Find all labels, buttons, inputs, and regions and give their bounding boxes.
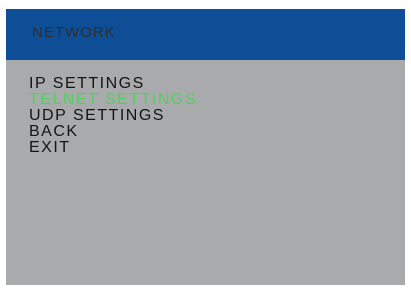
menu-item-exit[interactable]: EXIT	[29, 140, 197, 156]
menu-item-udp-settings[interactable]: UDP SETTINGS	[29, 108, 197, 124]
menu-list: IP SETTINGS TELNET SETTINGS UDP SETTINGS…	[29, 76, 197, 156]
menu-header: NETWORK	[6, 9, 405, 60]
network-menu-panel: NETWORK IP SETTINGS TELNET SETTINGS UDP …	[6, 9, 405, 285]
menu-item-ip-settings[interactable]: IP SETTINGS	[29, 76, 197, 92]
menu-title: NETWORK	[32, 24, 116, 41]
menu-item-back[interactable]: BACK	[29, 124, 197, 140]
menu-item-telnet-settings[interactable]: TELNET SETTINGS	[29, 92, 197, 108]
